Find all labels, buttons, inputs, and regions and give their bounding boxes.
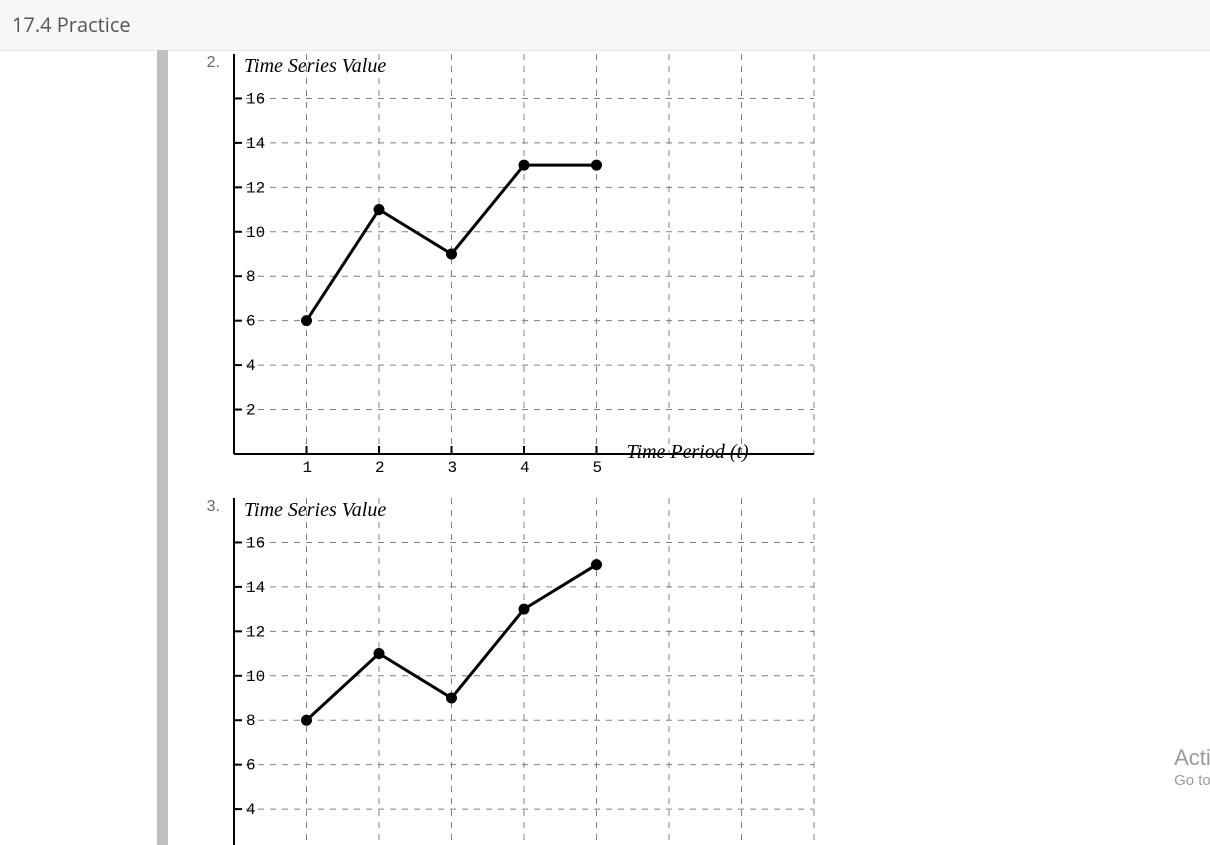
svg-text:16: 16 (246, 534, 265, 552)
left-gutter (157, 50, 168, 845)
svg-text:Time Series Value: Time Series Value (244, 55, 386, 77)
svg-text:12: 12 (246, 179, 265, 197)
chart-2: 24681012141612345Time Series ValueTime P… (228, 498, 818, 845)
question-2: 2. 24681012141612345Time Series ValueTim… (188, 54, 818, 474)
svg-text:12: 12 (246, 623, 265, 641)
question-number-2: 2. (188, 54, 228, 72)
svg-text:10: 10 (246, 224, 265, 242)
svg-text:Time Period (t): Time Period (t) (627, 441, 750, 463)
svg-text:14: 14 (246, 135, 265, 153)
svg-text:10: 10 (246, 668, 265, 686)
chart-1: 24681012141612345Time Series ValueTime P… (228, 54, 818, 474)
svg-text:8: 8 (246, 268, 256, 286)
question-3: 3. 24681012141612345Time Series ValueTim… (188, 498, 818, 845)
svg-text:2: 2 (375, 459, 385, 474)
svg-text:8: 8 (246, 712, 256, 730)
svg-text:4: 4 (520, 459, 530, 474)
svg-text:5: 5 (593, 459, 603, 474)
svg-text:Time Series Value: Time Series Value (244, 499, 386, 521)
svg-text:1: 1 (303, 459, 313, 474)
svg-text:6: 6 (246, 757, 256, 775)
svg-text:2: 2 (246, 402, 256, 420)
question-number-3: 3. (188, 498, 228, 516)
svg-text:4: 4 (246, 357, 256, 375)
content-area: 2. 24681012141612345Time Series ValueTim… (168, 50, 1210, 845)
page-title: 17.4 Practice (12, 11, 131, 38)
page-header: 17.4 Practice (0, 0, 1210, 51)
svg-text:4: 4 (246, 801, 256, 819)
svg-text:3: 3 (448, 459, 458, 474)
svg-text:6: 6 (246, 313, 256, 331)
svg-text:14: 14 (246, 579, 265, 597)
svg-text:16: 16 (246, 90, 265, 108)
